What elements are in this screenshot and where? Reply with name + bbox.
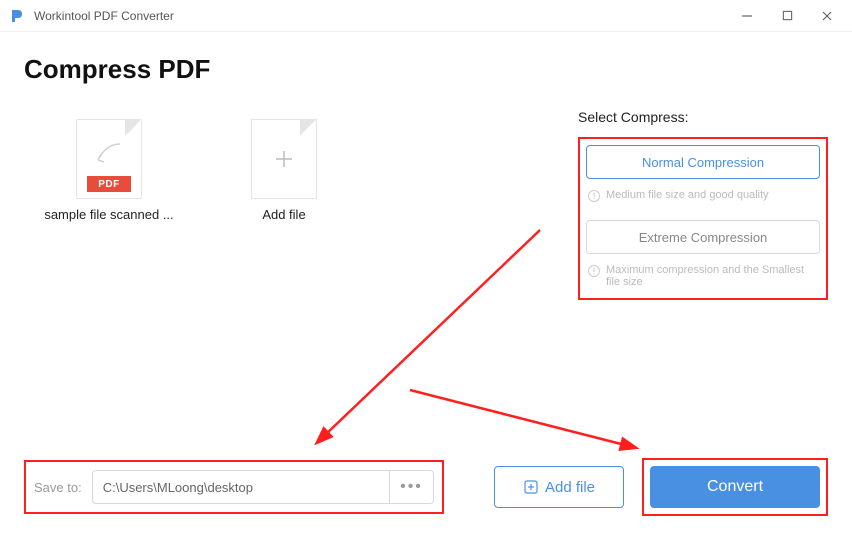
info-icon: ! — [588, 265, 600, 277]
plus-icon — [272, 147, 296, 171]
save-to-section: Save to: ••• — [24, 460, 444, 514]
files-area: PDF sample file scanned ... Add file — [24, 109, 558, 435]
app-logo-icon — [8, 7, 26, 25]
save-path-field: ••• — [92, 470, 434, 504]
window-controls — [730, 2, 844, 30]
add-file-card-label: Add file — [234, 207, 334, 222]
compress-options-group: Normal Compression ! Medium file size an… — [578, 137, 828, 300]
normal-compression-option[interactable]: Normal Compression — [586, 145, 820, 179]
bottom-bar: Save to: ••• Add file Convert — [0, 438, 852, 540]
normal-hint-text: Medium file size and good quality — [606, 189, 769, 202]
maximize-icon — [782, 10, 793, 21]
extreme-compression-option[interactable]: Extreme Compression — [586, 220, 820, 254]
compress-options-panel: Select Compress: Normal Compression ! Me… — [578, 109, 828, 435]
info-icon: ! — [588, 190, 600, 202]
add-file-button-label: Add file — [545, 479, 595, 496]
normal-compression-hint: ! Medium file size and good quality — [588, 189, 820, 202]
convert-button-wrap: Convert — [642, 458, 828, 516]
file-name: sample file scanned ... — [44, 207, 174, 222]
maximize-button[interactable] — [770, 2, 804, 30]
add-file-button[interactable]: Add file — [494, 466, 624, 508]
extreme-compression-hint: ! Maximum compression and the Smallest f… — [588, 264, 820, 288]
close-button[interactable] — [810, 2, 844, 30]
add-file-plus-icon — [523, 479, 539, 495]
window-title: Workintool PDF Converter — [34, 9, 730, 23]
pdf-file-icon: PDF — [76, 119, 142, 199]
minimize-icon — [741, 10, 753, 22]
extreme-hint-text: Maximum compression and the Smallest fil… — [606, 264, 820, 288]
content-area: PDF sample file scanned ... Add file Sel… — [0, 85, 852, 435]
browse-button[interactable]: ••• — [389, 471, 433, 503]
titlebar: Workintool PDF Converter — [0, 0, 852, 32]
convert-button[interactable]: Convert — [650, 466, 820, 508]
add-file-icon — [251, 119, 317, 199]
save-path-input[interactable] — [93, 471, 389, 503]
minimize-button[interactable] — [730, 2, 764, 30]
file-type-badge: PDF — [87, 176, 131, 192]
file-item[interactable]: PDF sample file scanned ... — [44, 119, 174, 435]
ellipsis-icon: ••• — [400, 478, 423, 496]
add-file-card[interactable]: Add file — [234, 119, 334, 435]
select-compress-label: Select Compress: — [578, 109, 828, 125]
page-title: Compress PDF — [24, 54, 852, 85]
close-icon — [821, 10, 833, 22]
save-to-label: Save to: — [34, 480, 82, 495]
